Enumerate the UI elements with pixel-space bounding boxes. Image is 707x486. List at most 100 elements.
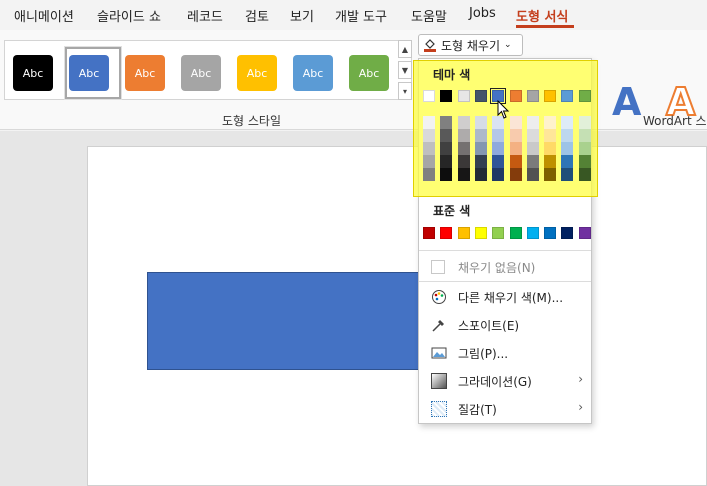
theme-shade-chip[interactable]	[423, 168, 435, 181]
theme-shade-chip[interactable]	[526, 129, 539, 142]
theme-color-chip[interactable]	[423, 90, 435, 102]
theme-shade-chip[interactable]	[578, 142, 591, 155]
theme-color-chip[interactable]	[474, 90, 487, 102]
theme-shade-chip[interactable]	[474, 168, 487, 181]
theme-shade-chip[interactable]	[474, 142, 487, 155]
theme-shade-chip[interactable]	[544, 168, 557, 181]
theme-color-chip[interactable]	[544, 90, 557, 102]
tab-animation[interactable]: 애니메이션	[14, 6, 74, 25]
theme-shade-chip[interactable]	[544, 129, 557, 142]
standard-color-chip[interactable]	[457, 227, 470, 239]
theme-color-chip[interactable]	[440, 90, 453, 102]
theme-color-chip[interactable]	[457, 90, 470, 102]
rectangle-shape[interactable]	[147, 272, 422, 370]
theme-shade-chip[interactable]	[561, 142, 574, 155]
theme-shade-chip[interactable]	[509, 129, 522, 142]
tab-review[interactable]: 검토	[245, 6, 269, 25]
theme-shade-chip[interactable]	[561, 155, 574, 168]
theme-shade-chip[interactable]	[526, 116, 539, 129]
standard-color-chip[interactable]	[544, 227, 557, 239]
picture-label: 그림(P)...	[458, 347, 509, 361]
theme-shade-chip[interactable]	[440, 142, 453, 155]
tab-slideshow[interactable]: 슬라이드 쇼	[97, 6, 161, 25]
tab-record[interactable]: 레코드	[187, 6, 223, 25]
standard-color-chip[interactable]	[423, 227, 435, 239]
theme-shade-chip[interactable]	[509, 142, 522, 155]
texture-item[interactable]: 질감(T) ›	[419, 396, 591, 422]
theme-shade-chip[interactable]	[423, 155, 435, 168]
theme-shade-chip[interactable]	[474, 116, 487, 129]
theme-shade-chip[interactable]	[423, 129, 435, 142]
theme-shade-chip[interactable]	[440, 168, 453, 181]
theme-shade-chip[interactable]	[561, 168, 574, 181]
theme-shade-chip[interactable]	[474, 155, 487, 168]
standard-color-chip[interactable]	[440, 227, 453, 239]
wordart-blue-a[interactable]: A	[612, 80, 641, 124]
style-swatch-orange[interactable]: Abc	[125, 55, 165, 91]
gallery-scroll-up[interactable]: ▲	[398, 40, 412, 58]
tab-shape-format[interactable]: 도형 서식	[516, 6, 568, 25]
standard-color-chip[interactable]	[492, 227, 505, 239]
style-swatch-green[interactable]: Abc	[349, 55, 389, 91]
more-fill-colors-item[interactable]: 다른 채우기 색(M)...	[419, 284, 591, 310]
theme-color-chip[interactable]	[578, 90, 591, 102]
theme-shade-chip[interactable]	[544, 142, 557, 155]
theme-shade-chip[interactable]	[457, 116, 470, 129]
gradient-item[interactable]: 그라데이션(G) ›	[419, 368, 591, 394]
theme-shade-chip[interactable]	[578, 129, 591, 142]
theme-shade-chip[interactable]	[578, 155, 591, 168]
picture-item[interactable]: 그림(P)...	[419, 340, 591, 366]
theme-color-chip[interactable]	[509, 90, 522, 102]
theme-shade-chip[interactable]	[457, 168, 470, 181]
standard-color-chip[interactable]	[578, 227, 591, 239]
standard-color-chip[interactable]	[561, 227, 574, 239]
theme-shade-chip[interactable]	[544, 116, 557, 129]
theme-shade-chip[interactable]	[492, 129, 505, 142]
gradient-icon	[431, 373, 447, 389]
shape-fill-button[interactable]: 도형 채우기 ⌄	[418, 34, 523, 56]
standard-color-chip[interactable]	[509, 227, 522, 239]
theme-shade-chip[interactable]	[440, 116, 453, 129]
style-swatch-gray[interactable]: Abc	[181, 55, 221, 91]
theme-shade-chip[interactable]	[526, 155, 539, 168]
theme-shade-chip[interactable]	[423, 116, 435, 129]
theme-shade-chip[interactable]	[544, 155, 557, 168]
theme-shade-chip[interactable]	[423, 142, 435, 155]
no-fill-item[interactable]: 채우기 없음(N)	[419, 254, 591, 280]
theme-shade-chip[interactable]	[457, 129, 470, 142]
theme-shade-chip[interactable]	[578, 168, 591, 181]
theme-shade-chip[interactable]	[492, 155, 505, 168]
gallery-more[interactable]: ▾	[398, 82, 412, 100]
theme-shade-chip[interactable]	[492, 168, 505, 181]
theme-shade-chip[interactable]	[474, 129, 487, 142]
theme-shade-chip[interactable]	[509, 155, 522, 168]
theme-shade-chip[interactable]	[440, 129, 453, 142]
theme-shade-chip[interactable]	[440, 155, 453, 168]
ribbon: Abc Abc Abc Abc Abc Abc Abc ▲ ▼ ▾ 도형 스타일…	[0, 30, 707, 136]
tab-view[interactable]: 보기	[290, 6, 314, 25]
theme-shade-chip[interactable]	[457, 155, 470, 168]
standard-color-chip[interactable]	[474, 227, 487, 239]
style-swatch-black[interactable]: Abc	[13, 55, 53, 91]
theme-shade-chip[interactable]	[492, 142, 505, 155]
group-label-wordart: WordArt 스	[643, 114, 707, 128]
theme-shade-chip[interactable]	[561, 129, 574, 142]
theme-shade-chip[interactable]	[509, 168, 522, 181]
theme-shade-chip[interactable]	[526, 168, 539, 181]
tab-jobs[interactable]: Jobs	[469, 6, 496, 21]
style-swatch-blue[interactable]: Abc	[69, 55, 109, 91]
gallery-scroll-down[interactable]: ▼	[398, 61, 412, 79]
standard-color-chip[interactable]	[526, 227, 539, 239]
theme-shade-chip[interactable]	[457, 142, 470, 155]
theme-shade-chip[interactable]	[526, 142, 539, 155]
theme-color-chip[interactable]	[561, 90, 574, 102]
tab-help[interactable]: 도움말	[411, 6, 447, 25]
theme-shade-chip[interactable]	[561, 116, 574, 129]
theme-shade-chip[interactable]	[578, 116, 591, 129]
theme-color-chip[interactable]	[526, 90, 539, 102]
style-swatch-lightblue[interactable]: Abc	[293, 55, 333, 91]
eyedropper-item[interactable]: 스포이트(E)	[419, 312, 591, 338]
tab-developer[interactable]: 개발 도구	[335, 6, 387, 25]
style-swatch-gold[interactable]: Abc	[237, 55, 277, 91]
theme-shade-chip[interactable]	[509, 116, 522, 129]
